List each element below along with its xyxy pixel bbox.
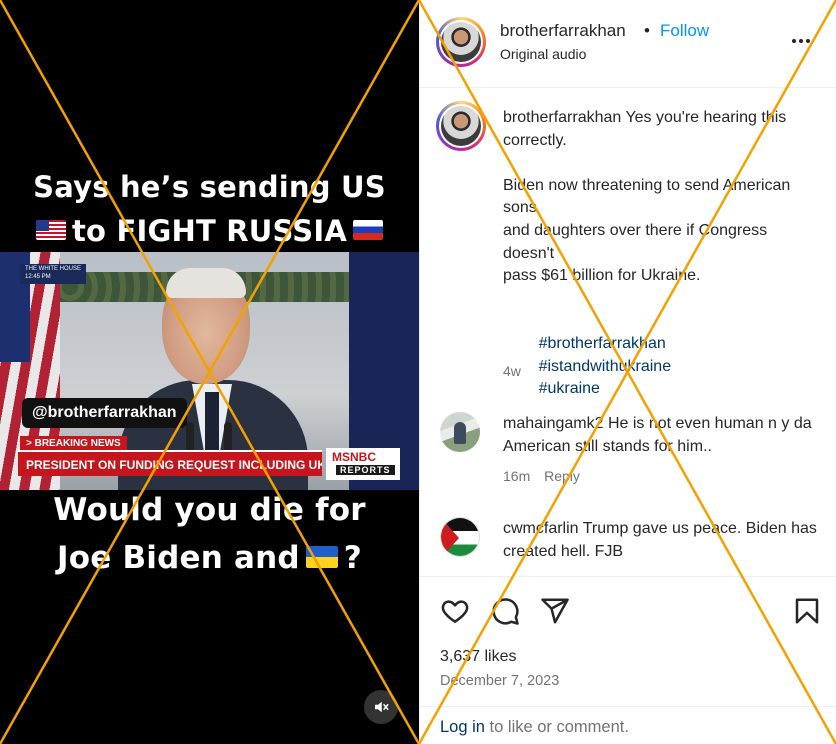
badge-line2: 12:45 PM <box>25 273 51 280</box>
comments-section[interactable]: brotherfarrakhan Yes you're hearing this… <box>420 89 836 577</box>
comment-item: cwmcfarlin Trump gave us peace. Biden ha… <box>503 518 823 563</box>
video-caption-top-2: to FIGHT RUSSIA <box>0 214 419 248</box>
reel-video[interactable]: Says he’s sending US to FIGHT RUSSIA THE… <box>0 0 419 744</box>
comment-bubble-icon[interactable] <box>490 596 520 626</box>
video-caption-top-line2: to FIGHT RUSSIA <box>71 214 348 248</box>
video-caption-top-line1: Says he’s sending US <box>33 170 386 204</box>
login-prompt: Log in to like or comment. <box>440 718 629 737</box>
comment-username[interactable]: cwmcfarlin <box>503 520 579 537</box>
bookmark-icon[interactable] <box>792 596 822 626</box>
commenter-avatar[interactable] <box>440 412 480 452</box>
comment-meta: 16m Reply <box>503 468 580 484</box>
palestine-flag-icon <box>441 518 479 556</box>
network-name: MSNBC <box>332 450 376 464</box>
action-bar <box>420 578 836 642</box>
post-sidebar: brotherfarrakhan • Follow Original audio… <box>419 0 836 744</box>
header-separator: • <box>644 21 650 40</box>
commenter-avatar[interactable] <box>440 517 480 557</box>
video-still-frame: THE WHITE HOUSE 12:45 PM @brotherfarrakh… <box>0 252 419 490</box>
hashtag-link[interactable]: #ukraine <box>539 380 600 397</box>
caption-avatar[interactable] <box>436 101 486 151</box>
comment-time[interactable]: 16m <box>503 468 530 484</box>
network-sub: REPORTS <box>336 465 395 475</box>
news-chyron: PRESIDENT ON FUNDING REQUEST INCLUDING U… <box>18 450 322 476</box>
watermark-handle: @brotherfarrakhan <box>22 398 187 428</box>
audio-label[interactable]: Original audio <box>500 46 586 62</box>
comment-item: mahaingamk2 He is not even human n y da … <box>503 413 823 458</box>
video-caption-bottom-line2: Joe Biden and <box>57 540 300 576</box>
white-house-badge: THE WHITE HOUSE 12:45 PM <box>20 264 87 284</box>
question-mark: ? <box>343 540 362 576</box>
video-caption-bottom: Would you die for <box>0 492 419 528</box>
video-caption-bottom-line1: Would you die for <box>53 492 366 528</box>
hashtag-link[interactable]: #brotherfarrakhan <box>539 335 666 352</box>
author-avatar[interactable] <box>436 17 486 67</box>
post-header: brotherfarrakhan • Follow Original audio <box>420 0 836 88</box>
likes-count[interactable]: 3,637 likes <box>440 648 517 666</box>
speaker-muted-icon <box>375 701 389 713</box>
caption-timestamp[interactable]: 4w <box>503 363 521 379</box>
login-prompt-rest: to like or comment. <box>484 718 629 736</box>
mute-button[interactable] <box>364 690 398 724</box>
us-flag-icon <box>35 220 66 240</box>
speaker-hair <box>166 268 246 298</box>
reply-button[interactable]: Reply <box>544 468 580 484</box>
hashtag-link[interactable]: #istandwithukraine <box>539 358 672 375</box>
post-date[interactable]: December 7, 2023 <box>440 673 559 689</box>
post-caption: brotherfarrakhan Yes you're hearing this… <box>503 107 813 423</box>
microphones <box>180 422 240 452</box>
heart-icon[interactable] <box>440 596 470 626</box>
caption-body: Biden now threatening to send American s… <box>503 176 791 285</box>
paper-plane-icon[interactable] <box>540 596 570 626</box>
login-link[interactable]: Log in <box>440 718 485 736</box>
author-username[interactable]: brotherfarrakhan <box>500 21 626 41</box>
ukraine-flag-icon <box>305 545 338 568</box>
network-logo: MSNBC REPORTS <box>326 448 400 480</box>
badge-line1: THE WHITE HOUSE <box>25 266 82 272</box>
caption-username[interactable]: brotherfarrakhan <box>503 109 621 126</box>
login-bar: Log in to like or comment. <box>420 706 836 744</box>
breaking-news-label: > BREAKING NEWS <box>20 436 127 451</box>
more-options-icon[interactable] <box>792 36 816 46</box>
comment-username[interactable]: mahaingamk2 <box>503 415 604 432</box>
follow-button[interactable]: Follow <box>660 21 709 41</box>
video-caption-bottom-2: Joe Biden and? <box>0 540 419 576</box>
video-caption-top: Says he’s sending US <box>0 170 419 204</box>
russia-flag-icon <box>353 220 384 240</box>
